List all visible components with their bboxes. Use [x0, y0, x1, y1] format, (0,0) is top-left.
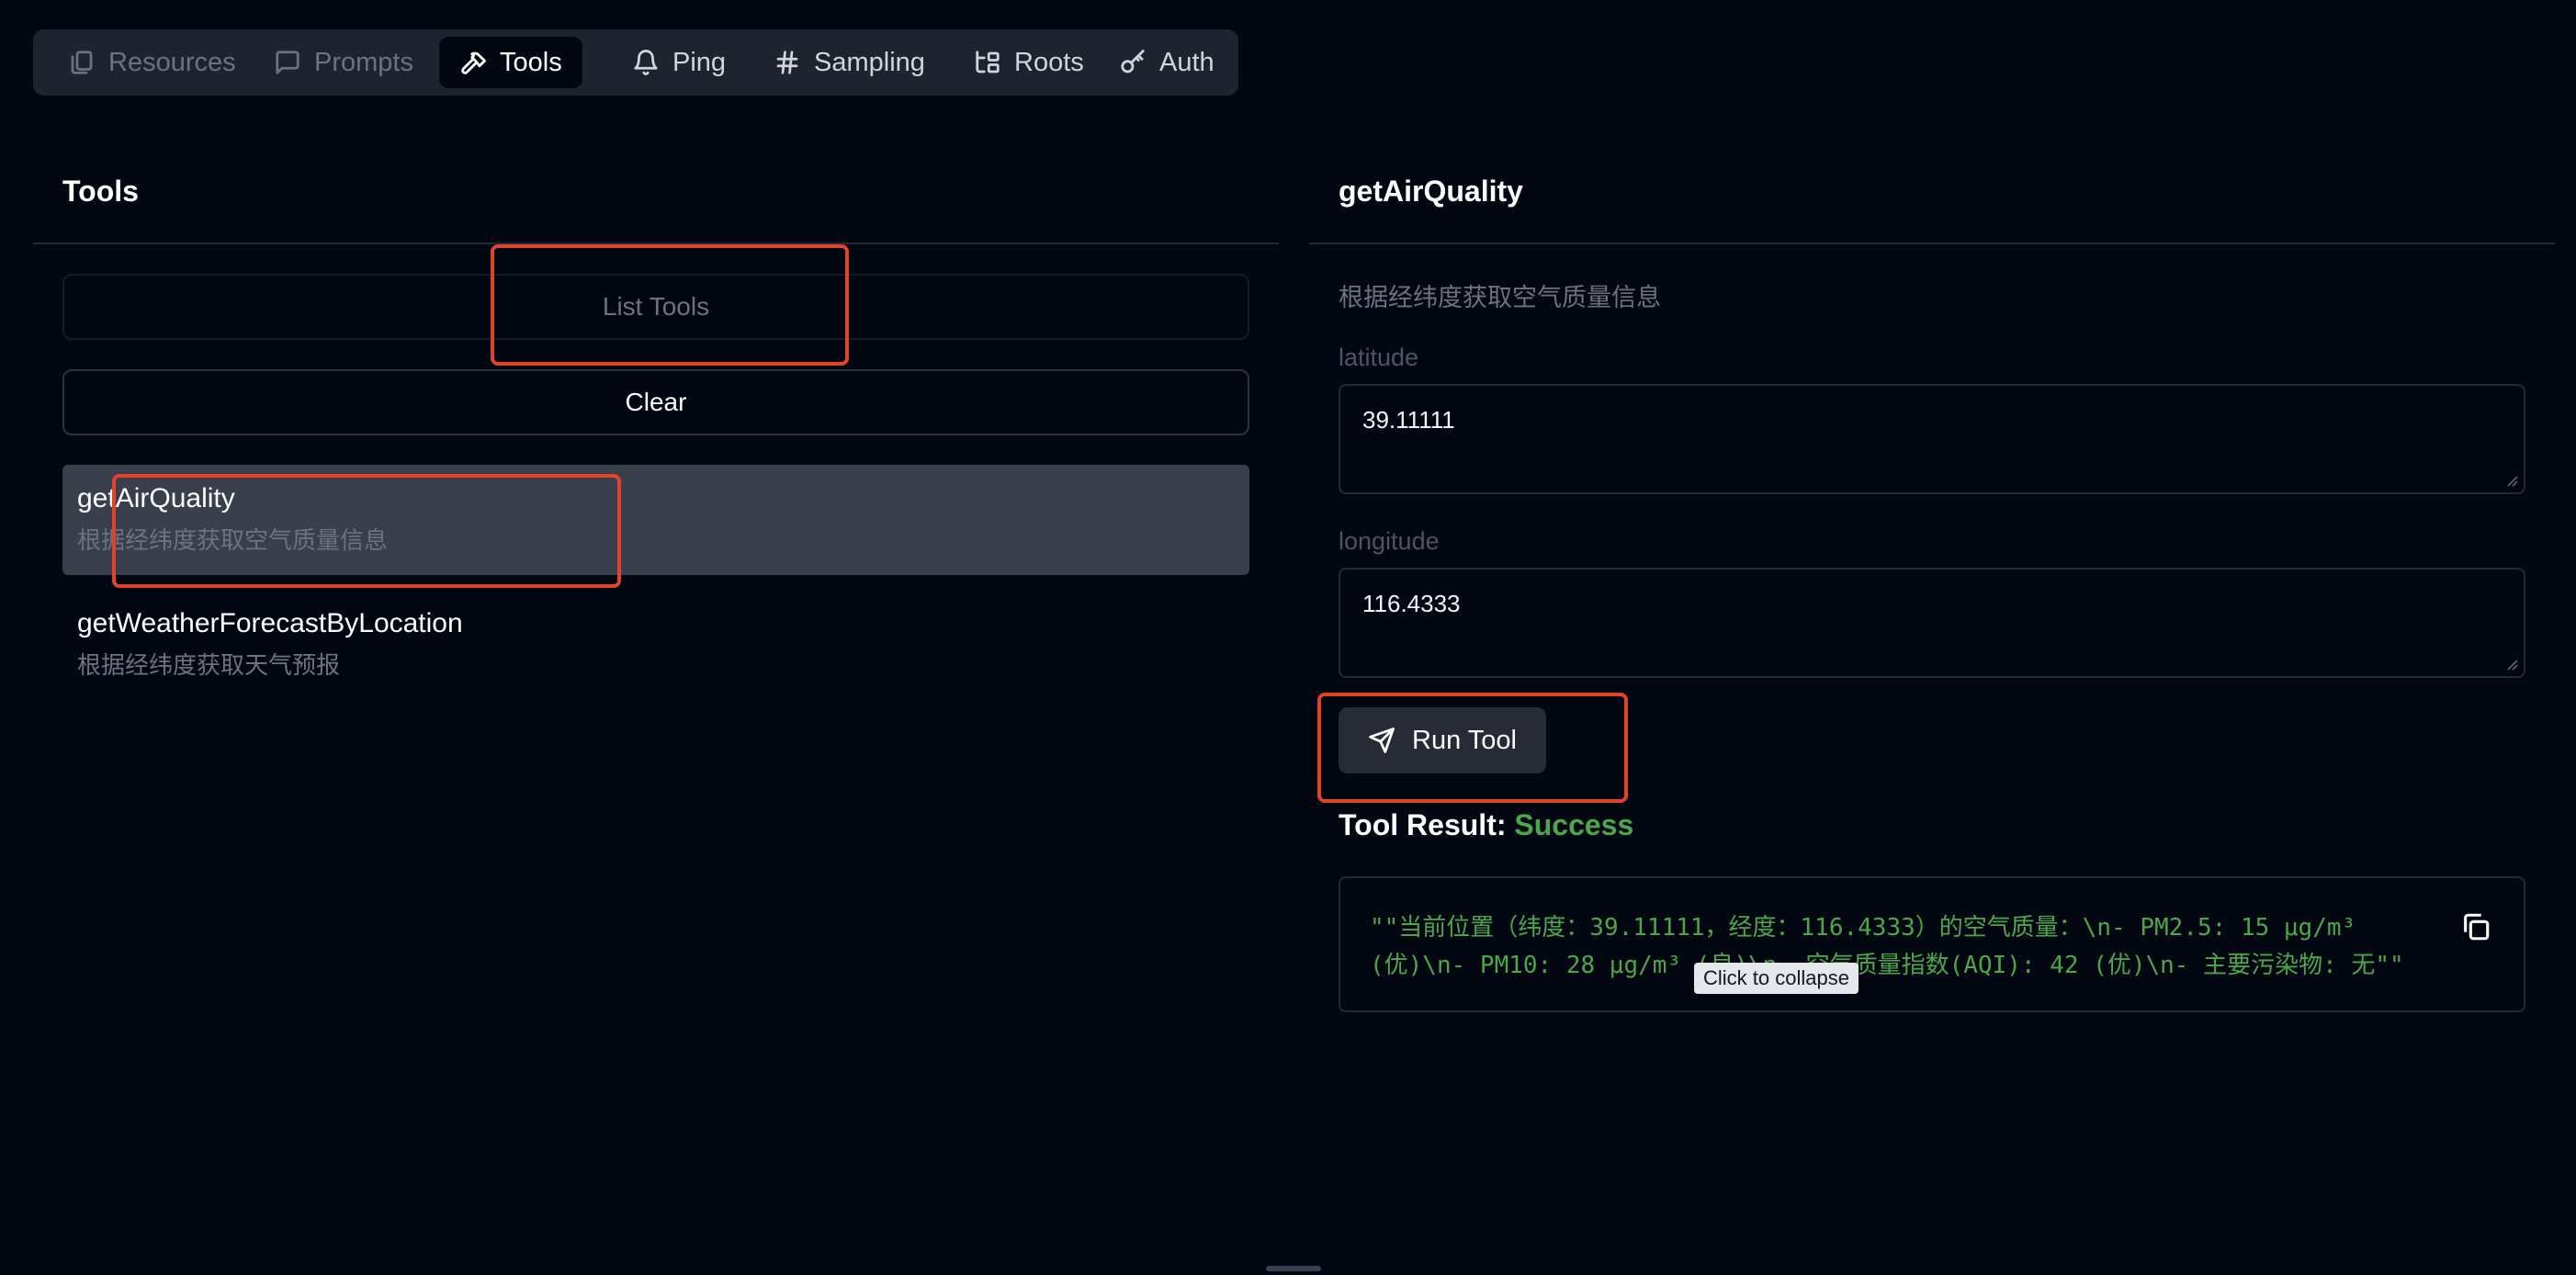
tool-result-status: Success	[1514, 808, 1634, 841]
latitude-label: latitude	[1339, 344, 1419, 371]
latitude-input[interactable]: 39.11111	[1339, 384, 2525, 494]
resize-handle-icon[interactable]	[2503, 656, 2518, 671]
highlight-box	[112, 474, 621, 588]
tools-panel-title: Tools	[62, 175, 139, 208]
folder-tree-icon	[976, 51, 1000, 73]
tab-label: Resources	[108, 47, 236, 77]
tool-result-label: Tool Result:	[1339, 808, 1507, 841]
copy-icon[interactable]	[2460, 911, 2491, 942]
tab-roots[interactable]: Roots	[954, 37, 1104, 88]
tab-label: Ping	[672, 47, 727, 77]
bell-icon	[634, 50, 658, 75]
tab-label: Prompts	[314, 47, 413, 77]
highlight-box	[491, 244, 849, 366]
tool-description: 根据经纬度获取天气预报	[77, 651, 341, 679]
message-square-icon	[276, 51, 299, 74]
key-icon	[1121, 50, 1145, 73]
tab-tools[interactable]: Tools	[439, 37, 582, 88]
tab-label: Roots	[1014, 47, 1084, 77]
resize-grip[interactable]	[1266, 1266, 1321, 1271]
files-icon	[71, 51, 93, 74]
tab-auth[interactable]: Auth	[1099, 37, 1235, 88]
tab-resources[interactable]: Resources	[48, 37, 256, 88]
tool-result-output[interactable]: ""当前位置（纬度：39.11111，经度：116.4333）的空气质量：\n-…	[1339, 876, 2525, 1012]
tool-name: getWeatherForecastByLocation	[77, 608, 463, 638]
tab-label: Sampling	[814, 47, 925, 77]
tool-result-heading: Tool Result: Success	[1339, 808, 1633, 842]
resize-handle-icon[interactable]	[2503, 472, 2518, 487]
tool-item-getweatherforecastbylocation[interactable]: getWeatherForecastByLocation 根据经纬度获取天气预报	[62, 590, 1249, 691]
clear-button[interactable]: Clear	[62, 369, 1249, 435]
longitude-input[interactable]: 116.4333	[1339, 568, 2525, 678]
tab-prompts[interactable]: Prompts	[254, 37, 434, 88]
hash-icon	[776, 51, 798, 74]
latitude-value: 39.11111	[1362, 406, 1455, 434]
tooltip: Click to collapse	[1694, 963, 1859, 994]
result-line: (优)\n- PM10: 28 μg/m³ (良)\n- 空气质量指数(AQI)…	[1370, 952, 2404, 979]
tab-bar: Resources Prompts Tools Ping Sampling Ro…	[33, 29, 1238, 96]
longitude-value: 116.4333	[1362, 590, 1461, 617]
result-line: ""当前位置（纬度：39.11111，经度：116.4333）的空气质量：\n-…	[1370, 914, 2356, 942]
tool-description: 根据经纬度获取空气质量信息	[1339, 284, 1661, 311]
highlight-box	[1317, 693, 1628, 803]
tab-sampling[interactable]: Sampling	[753, 37, 945, 88]
selected-tool-title: getAirQuality	[1339, 175, 1523, 208]
tab-ping[interactable]: Ping	[612, 37, 746, 88]
hammer-icon	[461, 51, 486, 74]
tab-label: Auth	[1159, 47, 1215, 77]
longitude-label: longitude	[1339, 527, 1440, 555]
tab-label: Tools	[500, 47, 562, 77]
divider	[1309, 243, 2555, 244]
